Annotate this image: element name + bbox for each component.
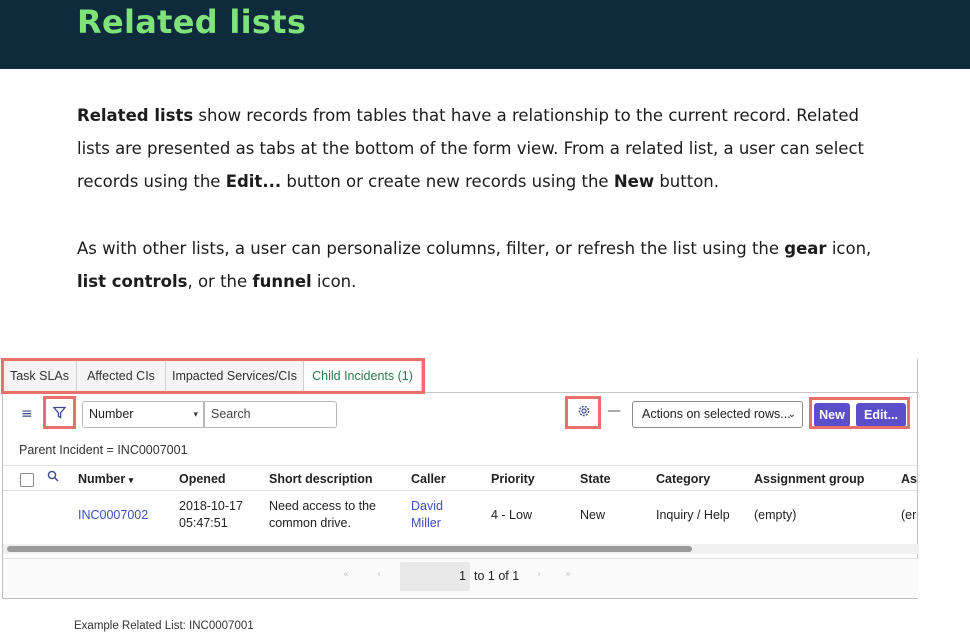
personalize-paragraph: As with other lists, a user can personal… <box>77 232 877 298</box>
intro-paragraph: Related lists show records from tables t… <box>77 99 877 198</box>
column-header-short-description[interactable]: Short description <box>269 472 372 486</box>
horizontal-scrollbar-thumb[interactable] <box>7 546 692 552</box>
tab-affected-cis[interactable]: Affected CIs <box>77 359 166 393</box>
caller-link-first[interactable]: David <box>411 498 443 515</box>
table-row[interactable]: INC0007002 2018-10-17 05:47:51 Need acce… <box>3 492 919 542</box>
tab-impacted-services[interactable]: Impacted Services/CIs <box>166 359 304 393</box>
list-toolbar: ≡ Number ▾ Search — Actions on selected … <box>3 394 919 436</box>
last-page-icon[interactable]: » <box>565 569 571 580</box>
page-range-text: to 1 of 1 <box>474 569 520 583</box>
funnel-icon[interactable] <box>52 406 67 423</box>
related-list-screenshot: Task SLAs Affected CIs Impacted Services… <box>1 358 919 599</box>
page-title: Related lists <box>77 3 307 41</box>
breadcrumb[interactable]: Parent Incident = INC0007001 <box>19 443 188 457</box>
state-cell: New <box>580 508 606 522</box>
collapse-icon[interactable]: — <box>607 403 621 419</box>
chevron-down-icon: ⌄ <box>787 409 796 420</box>
opened-time: 05:47:51 <box>179 516 228 530</box>
bold-term: Related lists <box>77 106 194 125</box>
column-header-assignment-group[interactable]: Assignment group <box>754 472 864 486</box>
gear-icon[interactable] <box>574 404 594 424</box>
text: icon. <box>311 272 357 291</box>
incident-number-link[interactable]: INC0007002 <box>78 507 148 524</box>
new-button[interactable]: New <box>814 403 850 427</box>
table-header: Number ▾ Opened Short description Caller… <box>3 465 919 491</box>
column-header-opened[interactable]: Opened <box>179 472 226 486</box>
next-page-icon[interactable]: › <box>537 569 541 580</box>
category-cell: Inquiry / Help <box>656 508 730 522</box>
column-header-state[interactable]: State <box>580 472 611 486</box>
assignment-group-cell: (empty) <box>754 508 797 522</box>
bold-term: funnel <box>252 272 312 291</box>
text: button or create new records using the <box>281 172 614 191</box>
bold-term: Edit... <box>225 172 282 191</box>
field-select-value: Number <box>89 407 134 421</box>
column-header-caller[interactable]: Caller <box>411 472 446 486</box>
edit-button[interactable]: Edit... <box>856 403 906 427</box>
related-list-tabs: Task SLAs Affected CIs Impacted Services… <box>3 359 919 394</box>
first-page-icon[interactable]: « <box>343 569 349 580</box>
short-description-line1: Need access to the <box>269 499 377 513</box>
column-header-number[interactable]: Number ▾ <box>78 472 133 486</box>
field-select[interactable]: Number ▾ <box>82 401 204 428</box>
hamburger-icon[interactable]: ≡ <box>21 406 33 422</box>
opened-date: 2018-10-17 <box>179 499 243 513</box>
text: icon, <box>826 239 872 258</box>
search-input[interactable]: Search <box>204 401 337 428</box>
actions-select[interactable]: Actions on selected rows... ⌄ <box>632 401 803 428</box>
page-number-input[interactable]: 1 <box>400 562 470 591</box>
text: , or the <box>187 272 253 291</box>
previous-page-icon[interactable]: ‹ <box>377 569 381 580</box>
tab-task-slas[interactable]: Task SLAs <box>3 359 77 393</box>
select-all-checkbox[interactable] <box>20 473 34 487</box>
pagination-bar: « ‹ 1 to 1 of 1 › » <box>3 558 919 598</box>
tab-child-incidents[interactable]: Child Incidents (1) <box>304 359 422 394</box>
chevron-down-icon: ▾ <box>193 409 198 419</box>
column-header-priority[interactable]: Priority <box>491 472 535 486</box>
search-icon[interactable] <box>47 470 59 485</box>
priority-cell: 4 - Low <box>491 508 532 522</box>
short-description-line2: common drive. <box>269 516 351 530</box>
page-header: Related lists <box>0 0 970 69</box>
figure-caption: Example Related List: INC0007001 <box>74 620 254 632</box>
bold-term: gear <box>784 239 827 258</box>
column-header-assigned-to[interactable]: As <box>901 472 917 486</box>
text: As with other lists, a user can personal… <box>77 239 785 258</box>
actions-select-value: Actions on selected rows... <box>642 407 791 421</box>
column-header-category[interactable]: Category <box>656 472 710 486</box>
bold-term: New <box>613 172 655 191</box>
bold-term: list controls <box>77 272 188 291</box>
sort-icon: ▾ <box>128 475 134 485</box>
assigned-to-cell: (er <box>901 508 917 522</box>
text: button. <box>654 172 719 191</box>
caller-link-last[interactable]: Miller <box>411 515 441 532</box>
